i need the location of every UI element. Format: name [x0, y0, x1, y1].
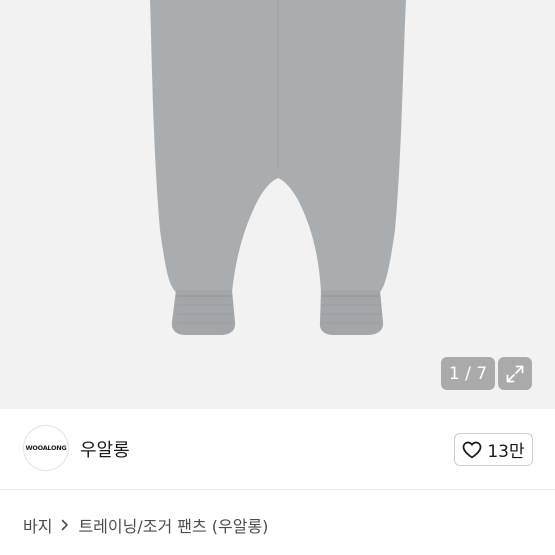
like-count: 13만 [487, 442, 525, 462]
product-image-gallery[interactable]: 1 / 7 [0, 0, 555, 409]
product-photo-sweatpants [150, 0, 406, 335]
like-button[interactable]: 13만 [454, 433, 533, 466]
breadcrumb-item-jogger-pants[interactable]: 트레이닝/조거 팬츠 (우알롱) [78, 513, 268, 537]
avatar-logo-text: WOOALONG [25, 444, 67, 452]
seller-name[interactable]: 우알롱 [80, 436, 130, 462]
expand-arrows-icon [506, 365, 524, 382]
breadcrumb: 바지 트레이닝/조거 팬츠 (우알롱) [23, 513, 268, 537]
chevron-right-icon [61, 519, 69, 531]
breadcrumb-item-pants[interactable]: 바지 [23, 513, 52, 537]
expand-image-button[interactable] [498, 357, 532, 390]
image-counter-text: 1 / 7 [448, 363, 488, 384]
heart-outline-icon [463, 441, 482, 458]
seller-avatar[interactable]: WOOALONG [23, 425, 69, 471]
image-counter: 1 / 7 [441, 357, 495, 390]
